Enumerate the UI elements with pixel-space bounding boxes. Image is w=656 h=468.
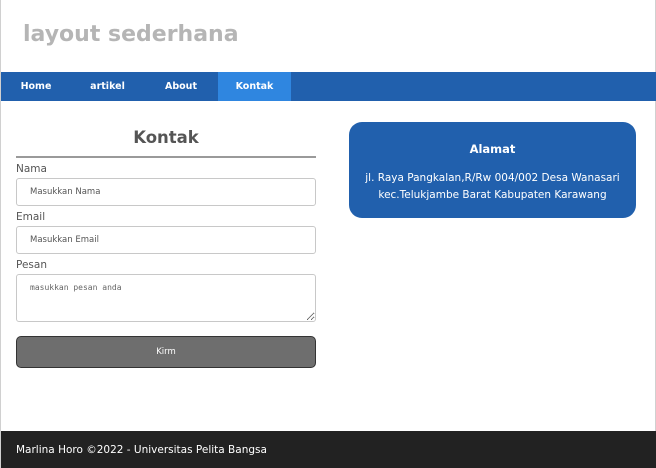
address-title: Alamat	[469, 142, 516, 156]
nav-item-about[interactable]: About	[144, 72, 218, 101]
footer-text: Marlina Horo ©2022 - Universitas Pelita …	[16, 443, 267, 456]
message-textarea[interactable]	[16, 274, 316, 322]
nav-item-artikel[interactable]: artikel	[71, 72, 144, 101]
name-input[interactable]	[16, 178, 316, 206]
address-text: jl. Raya Pangkalan,R/Rw 004/002 Desa Wan…	[349, 170, 636, 204]
contact-form: Kontak Nama Email Pesan Kirm	[16, 128, 316, 368]
main-navbar: Home artikel About Kontak	[1, 72, 656, 101]
email-label: Email	[16, 211, 46, 223]
address-card: Alamat jl. Raya Pangkalan,R/Rw 004/002 D…	[349, 122, 636, 218]
site-title: layout sederhana	[23, 22, 239, 47]
message-label: Pesan	[16, 259, 47, 271]
address-line-1: jl. Raya Pangkalan,R/Rw 004/002 Desa Wan…	[365, 172, 620, 184]
page-frame: layout sederhana Home artikel About Kont…	[0, 0, 656, 468]
email-input[interactable]	[16, 226, 316, 254]
submit-button[interactable]: Kirm	[16, 336, 316, 368]
name-label: Nama	[16, 163, 47, 175]
nav-item-kontak[interactable]: Kontak	[218, 72, 291, 101]
address-line-2: kec.Telukjambe Barat Kabupaten Karawang	[378, 189, 607, 201]
form-heading: Kontak	[16, 128, 316, 158]
page-footer: Marlina Horo ©2022 - Universitas Pelita …	[1, 431, 656, 468]
nav-item-home[interactable]: Home	[1, 72, 71, 101]
